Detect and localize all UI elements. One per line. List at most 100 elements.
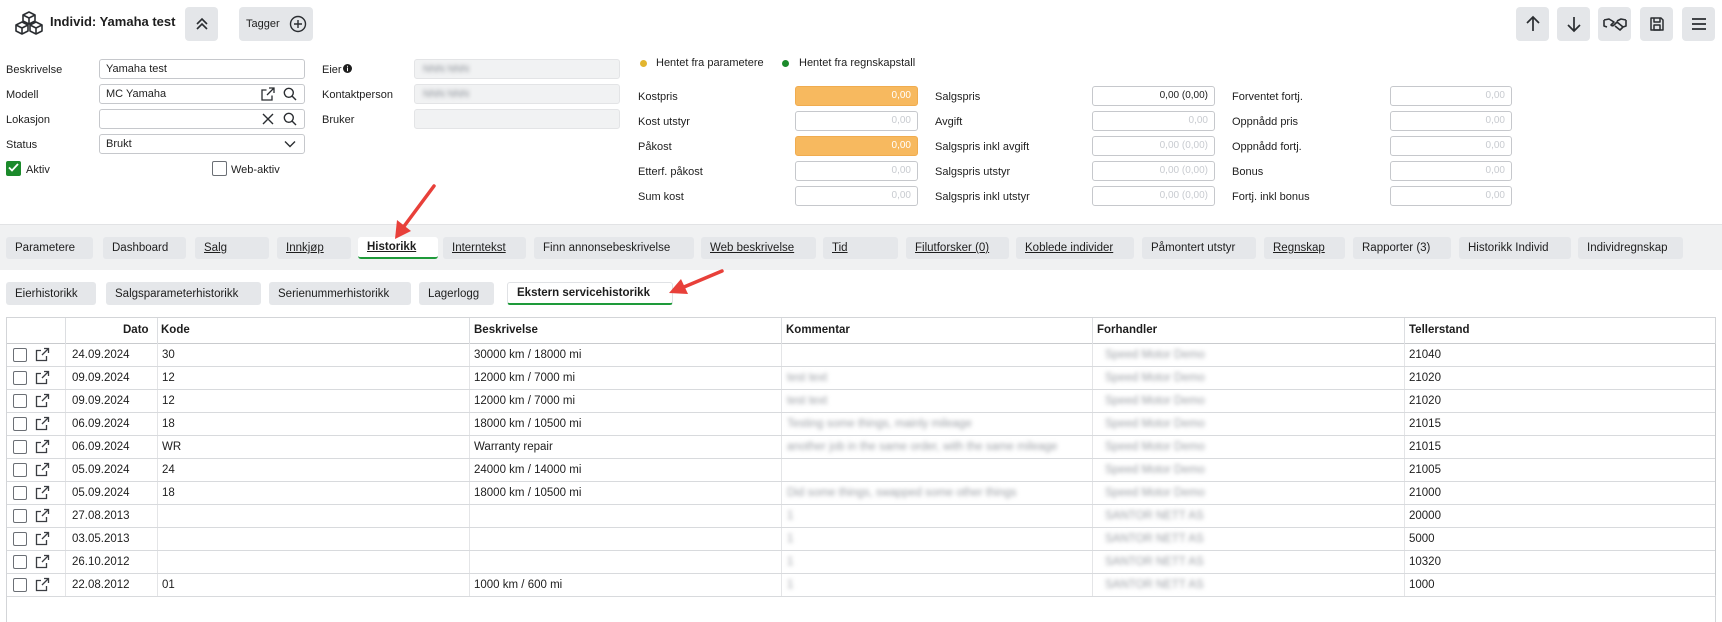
lokasjon-input[interactable] — [99, 109, 305, 129]
status-select[interactable]: Brukt — [99, 134, 305, 154]
previous-button[interactable] — [1516, 7, 1549, 41]
tab-finn[interactable]: Finn annonsebeskrivelse — [534, 237, 694, 259]
tab-label: Rapporter (3) — [1362, 242, 1431, 254]
clear-icon[interactable] — [260, 111, 276, 127]
header-beskrivelse[interactable]: Beskrivelse — [474, 324, 538, 336]
bruker-input[interactable] — [414, 109, 620, 129]
oppnadd-pris-input[interactable]: 0,00 — [1390, 111, 1512, 131]
tab-historikk-individ[interactable]: Historikk Individ — [1459, 237, 1571, 259]
open-external-icon[interactable] — [35, 462, 50, 477]
kontaktperson-input[interactable]: NNN NNN — [414, 84, 620, 104]
table-row[interactable]: 09.09.2024 12 12000 km / 7000 mi test text S… — [7, 390, 1715, 413]
open-external-icon[interactable] — [35, 508, 50, 523]
tab-interntekst[interactable]: Interntekst — [443, 237, 526, 259]
tab-historikk[interactable]: Historikk — [358, 237, 438, 259]
tab-parametere[interactable]: Parametere — [6, 237, 93, 259]
open-external-icon[interactable] — [35, 554, 50, 569]
eier-input[interactable]: NNN NNN — [414, 59, 620, 79]
open-external-icon[interactable] — [35, 531, 50, 546]
oppnadd-fortj-input[interactable]: 0,00 — [1390, 136, 1512, 156]
subtab-lagerlogg[interactable]: Lagerlogg — [419, 282, 494, 305]
table-row[interactable]: 06.09.2024 WR Warranty repair another job i… — [7, 436, 1715, 459]
cell-forhandler: Speed Motor Demo — [1105, 464, 1205, 476]
header-kommentar[interactable]: Kommentar — [786, 324, 850, 336]
forventet-fortj-input[interactable]: 0,00 — [1390, 86, 1512, 106]
bonus-input[interactable]: 0,00 — [1390, 161, 1512, 181]
salgspris-inkl-avgift-input[interactable]: 0,00 (0,00) — [1092, 136, 1215, 156]
open-external-icon[interactable] — [35, 370, 50, 385]
tab-koblede[interactable]: Koblede individer — [1016, 237, 1134, 259]
open-external-icon[interactable] — [35, 485, 50, 500]
tab-web[interactable]: Web beskrivelse — [701, 237, 816, 259]
tab-salg[interactable]: Salg — [195, 237, 269, 259]
table-row[interactable]: 24.09.2024 30 30000 km / 18000 mi Speed Mot… — [7, 344, 1715, 367]
fortj-inkl-bonus-input[interactable]: 0,00 — [1390, 186, 1512, 206]
salgspris-inkl-utstyr-input[interactable]: 0,00 (0,00) — [1092, 186, 1215, 206]
row-checkbox[interactable] — [13, 371, 27, 385]
header-tellerstand[interactable]: Tellerstand — [1409, 324, 1470, 336]
pakost-input[interactable]: 0,00 — [795, 136, 918, 156]
row-checkbox[interactable] — [13, 394, 27, 408]
search-icon[interactable] — [282, 111, 298, 127]
subtab-ekstern-servicehistorikk[interactable]: Ekstern servicehistorikk — [507, 282, 673, 305]
table-row[interactable]: 27.08.2013 1 SANTOR NETT AS 20000 — [7, 505, 1715, 528]
table-row[interactable]: 26.10.2012 1 SANTOR NETT AS 10320 — [7, 551, 1715, 574]
subtab-eierhistorikk[interactable]: Eierhistorikk — [6, 282, 96, 305]
save-button[interactable] — [1640, 7, 1673, 41]
webaktiv-checkbox[interactable] — [212, 161, 227, 176]
search-icon[interactable] — [282, 86, 298, 102]
cell-tellerstand: 21020 — [1409, 395, 1441, 407]
open-external-icon[interactable] — [35, 416, 50, 431]
tab-individregnskap[interactable]: Individregnskap — [1578, 237, 1683, 259]
deal-button[interactable] — [1598, 7, 1631, 41]
etterf-pakost-input[interactable]: 0,00 — [795, 161, 918, 181]
tab-regnskap[interactable]: Regnskap — [1264, 237, 1345, 259]
row-checkbox[interactable] — [13, 463, 27, 477]
kost-utstyr-input[interactable]: 0,00 — [795, 111, 918, 131]
open-external-icon[interactable] — [35, 577, 50, 592]
header-dato[interactable]: Dato — [123, 324, 149, 336]
header-kode[interactable]: Kode — [161, 324, 190, 336]
menu-button[interactable] — [1682, 7, 1715, 41]
beskrivelse-input[interactable]: Yamaha test — [99, 59, 305, 79]
open-external-icon[interactable] — [35, 439, 50, 454]
tags-button[interactable]: Tagger — [239, 7, 313, 41]
subtab-salgsparameterhistorikk[interactable]: Salgsparameterhistorikk — [106, 282, 261, 305]
sum-kost-input[interactable]: 0,00 — [795, 186, 918, 206]
salgspris-input[interactable]: 0,00 (0,00) — [1092, 86, 1215, 106]
open-external-icon[interactable] — [35, 347, 50, 362]
table-row[interactable]: 09.09.2024 12 12000 km / 7000 mi test text S… — [7, 367, 1715, 390]
row-checkbox[interactable] — [13, 509, 27, 523]
subtab-label: Salgsparameterhistorikk — [115, 287, 239, 300]
tab-label: Koblede individer — [1025, 242, 1114, 254]
tab-tid[interactable]: Tid — [823, 237, 898, 259]
aktiv-checkbox[interactable] — [6, 161, 21, 176]
tab-filutforsker[interactable]: Filutforsker (0) — [906, 237, 1009, 259]
row-checkbox[interactable] — [13, 578, 27, 592]
header-forhandler[interactable]: Forhandler — [1097, 324, 1157, 336]
table-row[interactable]: 06.09.2024 18 18000 km / 10500 mi Testing s… — [7, 413, 1715, 436]
kostpris-input[interactable]: 0,00 — [795, 86, 918, 106]
tab-pamontert[interactable]: Påmontert utstyr — [1142, 237, 1256, 259]
row-checkbox[interactable] — [13, 532, 27, 546]
tab-dashboard[interactable]: Dashboard — [103, 237, 186, 259]
row-checkbox[interactable] — [13, 555, 27, 569]
salgspris-utstyr-input[interactable]: 0,00 (0,00) — [1092, 161, 1215, 181]
tab-innkjop[interactable]: Innkjøp — [277, 237, 351, 259]
modell-input[interactable]: MC Yamaha — [99, 84, 305, 104]
row-checkbox[interactable] — [13, 348, 27, 362]
row-checkbox[interactable] — [13, 486, 27, 500]
table-row[interactable]: 05.09.2024 18 18000 km / 10500 mi Did some … — [7, 482, 1715, 505]
avgift-input[interactable]: 0,00 — [1092, 111, 1215, 131]
row-checkbox[interactable] — [13, 440, 27, 454]
row-checkbox[interactable] — [13, 417, 27, 431]
collapse-button[interactable] — [185, 7, 218, 41]
subtab-serienummerhistorikk[interactable]: Serienummerhistorikk — [269, 282, 411, 305]
open-external-icon[interactable] — [35, 393, 50, 408]
table-row[interactable]: 03.05.2013 1 SANTOR NETT AS 5000 — [7, 528, 1715, 551]
external-link-icon[interactable] — [260, 86, 276, 102]
table-row[interactable]: 22.08.2012 01 1000 km / 600 mi 1 SANTOR NETT… — [7, 574, 1715, 597]
table-row[interactable]: 05.09.2024 24 24000 km / 14000 mi Speed Mot… — [7, 459, 1715, 482]
tab-rapporter[interactable]: Rapporter (3) — [1353, 237, 1451, 259]
next-button[interactable] — [1557, 7, 1590, 41]
